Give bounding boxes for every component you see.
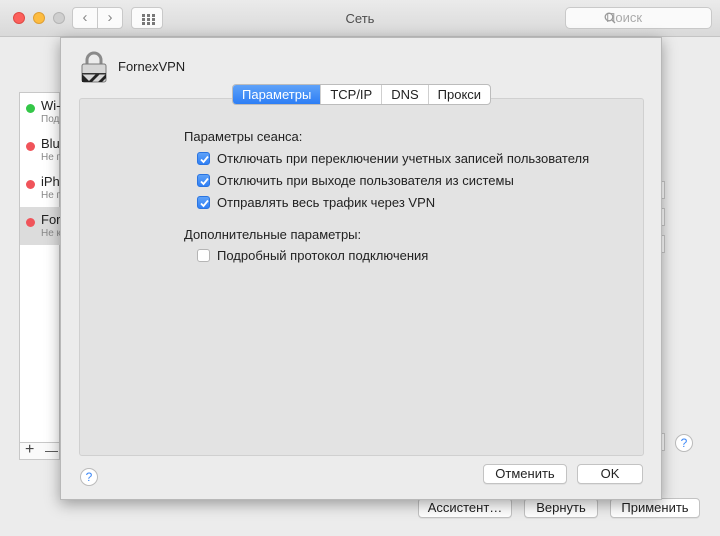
tab-proxy[interactable]: Прокси [429, 85, 490, 104]
session-options-heading: Параметры сеанса: [184, 129, 303, 144]
ok-button[interactable]: OK [577, 464, 643, 484]
service-list-toolbar: + — [19, 441, 60, 460]
tab-dns[interactable]: DNS [382, 85, 429, 104]
option-label: Отправлять весь трафик через VPN [217, 195, 436, 210]
sheet-help-button[interactable]: ? [80, 468, 98, 486]
service-status: Не к [41, 228, 61, 239]
sheet-tabs: Параметры TCP/IP DNS Прокси [232, 84, 492, 105]
checkbox-checked[interactable] [197, 152, 210, 165]
add-service-button[interactable]: + [25, 441, 34, 459]
status-dot [26, 180, 35, 189]
tab-tcpip[interactable]: TCP/IP [321, 85, 383, 104]
status-dot [26, 142, 35, 151]
option-label: Отключать при переключении учетных запис… [217, 151, 590, 166]
title-bar: ‹ › Сеть Поиск [0, 0, 720, 37]
vpn-lock-icon [81, 51, 107, 83]
option-label: Подробный протокол подключения [217, 248, 429, 263]
revert-button[interactable]: Вернуть [524, 498, 598, 518]
checkbox-checked[interactable] [197, 174, 210, 187]
checkbox-unchecked[interactable] [197, 249, 210, 262]
checkbox-checked[interactable] [197, 196, 210, 209]
service-item-iphone[interactable]: iPhone Не п [20, 169, 81, 207]
service-item-bluetooth[interactable]: Bluetooth Не п [20, 131, 96, 169]
checkmark-icon [200, 199, 209, 208]
service-status: Не п [41, 152, 62, 163]
search-icon [604, 12, 616, 24]
apply-button[interactable]: Применить [610, 498, 700, 518]
options-panel: Параметры сеанса: Отключать при переключ… [79, 98, 644, 456]
service-item-fornexvpn[interactable]: FornexVPN Не к [20, 207, 108, 245]
service-status: Не п [41, 190, 62, 201]
remove-service-button[interactable]: — [45, 443, 58, 458]
checkmark-icon [200, 177, 209, 186]
service-list: Wi-Fi Под Bluetooth Не п iPhone Не п For… [19, 92, 108, 459]
help-button[interactable]: ? [675, 434, 693, 452]
service-item-wifi[interactable]: Wi-Fi Под [20, 93, 71, 131]
service-status: Под [41, 114, 60, 125]
tab-options[interactable]: Параметры [233, 85, 322, 104]
cancel-button[interactable]: Отменить [483, 464, 567, 484]
checkmark-icon [200, 155, 209, 164]
advanced-options-heading: Дополнительные параметры: [184, 227, 362, 242]
search-field[interactable]: Поиск [565, 7, 712, 29]
status-dot [26, 104, 35, 113]
option-label: Отключить при выходе пользователя из сис… [217, 173, 514, 188]
status-dot [26, 218, 35, 227]
assistant-button[interactable]: Ассистент… [418, 498, 512, 518]
vpn-options-sheet: FornexVPN Параметры сеанса: Отключать пр… [60, 37, 662, 500]
vpn-service-name: FornexVPN [118, 59, 186, 74]
